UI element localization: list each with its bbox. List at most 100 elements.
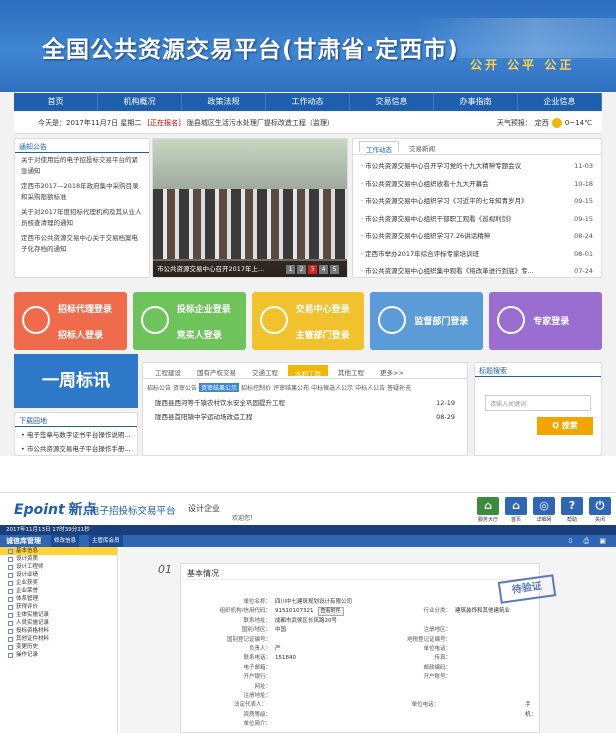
sidebar-item[interactable]: 变更历史 — [0, 643, 117, 651]
nav-item-4[interactable]: 交易信息 — [350, 93, 434, 111]
top-icon-button[interactable]: ⌂ 服务大厅 — [476, 497, 500, 523]
field-label: 单位简介： — [243, 721, 271, 728]
search-button[interactable]: Q 搜索 — [537, 417, 593, 435]
news-row[interactable]: · 市公共资源交易中心组织收看十九大开幕会 10-18 — [353, 176, 601, 194]
notice-text[interactable]: 陇县城区生活污水处理厂提标改造工程（监理） — [187, 118, 334, 128]
project-subtab[interactable]: 答疑补充 — [387, 383, 411, 392]
sidebar-item[interactable]: 操作记录 — [0, 651, 117, 659]
login-tile-2[interactable]: 交易中心登录 主管部门登录 — [251, 292, 365, 350]
tile-label[interactable]: 招标代理登录 — [58, 302, 112, 315]
sidebar-item[interactable]: 投标资格材料 — [0, 627, 117, 635]
project-row[interactable]: 陇西县西河等千镇农村饮水安全巩固提升工程 12-19 — [143, 396, 467, 410]
news-row[interactable]: · 市公共资源交易中心组织学习《习近平的七年知青岁月》 09-15 — [353, 193, 601, 211]
tile-label[interactable]: 主管部门登录 — [296, 328, 350, 341]
sidebar-item[interactable]: 获得评价 — [0, 603, 117, 611]
project-tab[interactable]: 工程建设 — [149, 365, 187, 377]
sidebar-item[interactable]: 设计资质 — [0, 555, 117, 563]
news-tab[interactable]: 工作动态 — [359, 141, 399, 154]
download-item[interactable]: • 电子签章与数字证书平台操作说明... — [15, 427, 137, 441]
photo-page-dot[interactable]: 4 — [319, 265, 328, 274]
project-row[interactable]: 陇西县首阳镇中学运动场改造工程 08-29 — [143, 410, 467, 424]
sidebar-item[interactable]: 企业获奖 — [0, 579, 117, 587]
project-tab[interactable]: 水利工程 — [288, 365, 328, 378]
notice-item[interactable]: 定西市2017—2018年政府集中采购目录和采购限额标准 — [15, 179, 149, 205]
news-row[interactable]: · 市公共资源交易中心组织学习7.26讲话精神 08-24 — [353, 228, 601, 246]
login-tile-4[interactable]: 专家登录 — [489, 292, 602, 350]
news-row[interactable]: · 市公共资源交易中心召开学习党的十九大精神专题会议 11-03 — [353, 158, 601, 176]
notice-item[interactable]: 关于对使用后的电子招投标交易平台的紧急通知 — [15, 153, 149, 179]
nav-item-2[interactable]: 政策法规 — [182, 93, 266, 111]
item-icon — [8, 548, 13, 554]
sidebar-item[interactable]: 主体实施记录 — [0, 611, 117, 619]
tile-label[interactable]: 招标人登录 — [58, 328, 103, 341]
login-tile-1[interactable]: 投标企业登录 竞买人登录 — [132, 292, 246, 350]
field-value — [451, 636, 541, 645]
news-tab[interactable]: 交易新闻 — [403, 141, 441, 153]
project-subtab[interactable]: 招标公告 — [147, 383, 171, 392]
top-icon-button[interactable]: ? 帮助 — [560, 497, 584, 523]
login-tile-0[interactable]: 招标代理登录 招标人登录 — [14, 292, 127, 350]
tile-label[interactable]: 监督部门登录 — [414, 314, 468, 327]
project-subtab[interactable]: 中标人公告 — [355, 383, 385, 392]
photo-page-dot[interactable]: 2 — [297, 265, 306, 274]
login-tile-3[interactable]: 监督部门登录 — [370, 292, 484, 350]
tile-label[interactable]: 竞买人登录 — [177, 328, 222, 341]
field-value: 建筑装饰和其他建筑业 — [455, 608, 511, 615]
weather-label: 天气预报： — [496, 118, 532, 127]
top-icon-button[interactable]: ⌂ 首页 — [504, 497, 528, 523]
photo-page-dot[interactable]: 1 — [286, 265, 295, 274]
sidebar-item[interactable]: 基本信息 — [0, 547, 117, 555]
view-attachment-button[interactable]: 查看附件 — [317, 607, 344, 617]
nav-item-1[interactable]: 机构概况 — [98, 93, 182, 111]
news-row[interactable]: · 定西市举办2017年综合评标专家培训班 08-01 — [353, 246, 601, 264]
sidebar-item[interactable]: 企业荣誉 — [0, 587, 117, 595]
project-tab[interactable]: 更多>> — [374, 365, 410, 377]
project-subtab[interactable]: 招标控制价 — [241, 383, 271, 392]
field-label: 地税登记证编号： — [406, 636, 451, 643]
news-title: · 定西市举办2017年综合评标专家培训班 — [361, 249, 480, 258]
project-subtab[interactable]: 中标候选人公示 — [311, 383, 353, 392]
sidebar-item[interactable]: 其他证件材料 — [0, 635, 117, 643]
notice-tag[interactable]: [正在报名] — [147, 118, 180, 128]
project-tab[interactable]: 交通工程 — [246, 365, 284, 377]
field-row: 单位简介： — [181, 720, 541, 729]
photo-page-dot[interactable]: 5 — [330, 265, 339, 274]
notice-item[interactable]: 定西市公共资源交易中心关于交易档案电子化存档的通知 — [15, 231, 149, 257]
sidebar-item[interactable]: 设计工程师 — [0, 563, 117, 571]
top-icon-button[interactable]: ⏻ 关闭 — [588, 497, 612, 523]
field-label: 单位名称： — [243, 599, 271, 605]
tile-label[interactable]: 投标企业登录 — [177, 302, 231, 315]
photo-page-dot[interactable]: 3 — [308, 265, 317, 274]
news-photo[interactable]: 市公共资源交易中心召开2017年上... 12345 — [152, 138, 348, 278]
project-tab[interactable]: 其他工程 — [332, 365, 370, 377]
menu-button-edit[interactable]: 修改信息 — [51, 535, 80, 547]
nav-item-3[interactable]: 工作动态 — [266, 93, 350, 111]
field-value: 91510107321 查看附件 — [271, 607, 401, 617]
field-label — [401, 711, 451, 720]
sidebar-item[interactable]: 设计业绩 — [0, 571, 117, 579]
field-label: 法定代表人： — [233, 702, 267, 709]
nav-item-0[interactable]: 首页 — [14, 93, 98, 111]
nav-item-5[interactable]: 办事指南 — [434, 93, 518, 111]
project-tab[interactable]: 国有产权交易 — [191, 365, 242, 377]
download-item[interactable]: • 市公共资源交易电子平台操作手册... — [15, 441, 137, 455]
toolbar-icons[interactable]: ⇩ ⎙ ▣ — [567, 535, 610, 547]
field-value — [451, 720, 541, 729]
menu-button-member[interactable]: 主管库会员 — [89, 535, 123, 547]
field-value — [451, 626, 541, 635]
project-subtab[interactable]: 评审结果公布 — [273, 383, 309, 392]
tile-label[interactable]: 专家登录 — [533, 314, 569, 327]
sidebar-item[interactable]: 体系管理 — [0, 595, 117, 603]
sidebar-item[interactable]: 人员实施记录 — [0, 619, 117, 627]
project-subtab[interactable]: 资审结果公示 — [199, 383, 240, 392]
top-icon-button[interactable]: ◎ 详细网 — [532, 497, 556, 523]
notice-item[interactable]: 关于对2017年度招标代理机构及其从业人员核查清理的通知 — [15, 205, 149, 231]
weather: 天气预报： 定西 0~14℃ — [496, 117, 592, 128]
search-input[interactable]: 请输入关键词 — [485, 395, 591, 411]
nav-item-6[interactable]: 企业信息 — [518, 93, 602, 111]
news-row[interactable]: · 市公共资源交易中心组织干部职工观看《巡视利剑》 09-15 — [353, 211, 601, 229]
top-icon: ⌂ — [505, 497, 527, 515]
tile-label[interactable]: 交易中心登录 — [296, 302, 350, 315]
project-subtab[interactable]: 资审公告 — [173, 383, 197, 392]
news-row[interactable]: · 市公共资源交易中心组织集中观看《将改革进行到底》专... 07-24 — [353, 263, 601, 281]
